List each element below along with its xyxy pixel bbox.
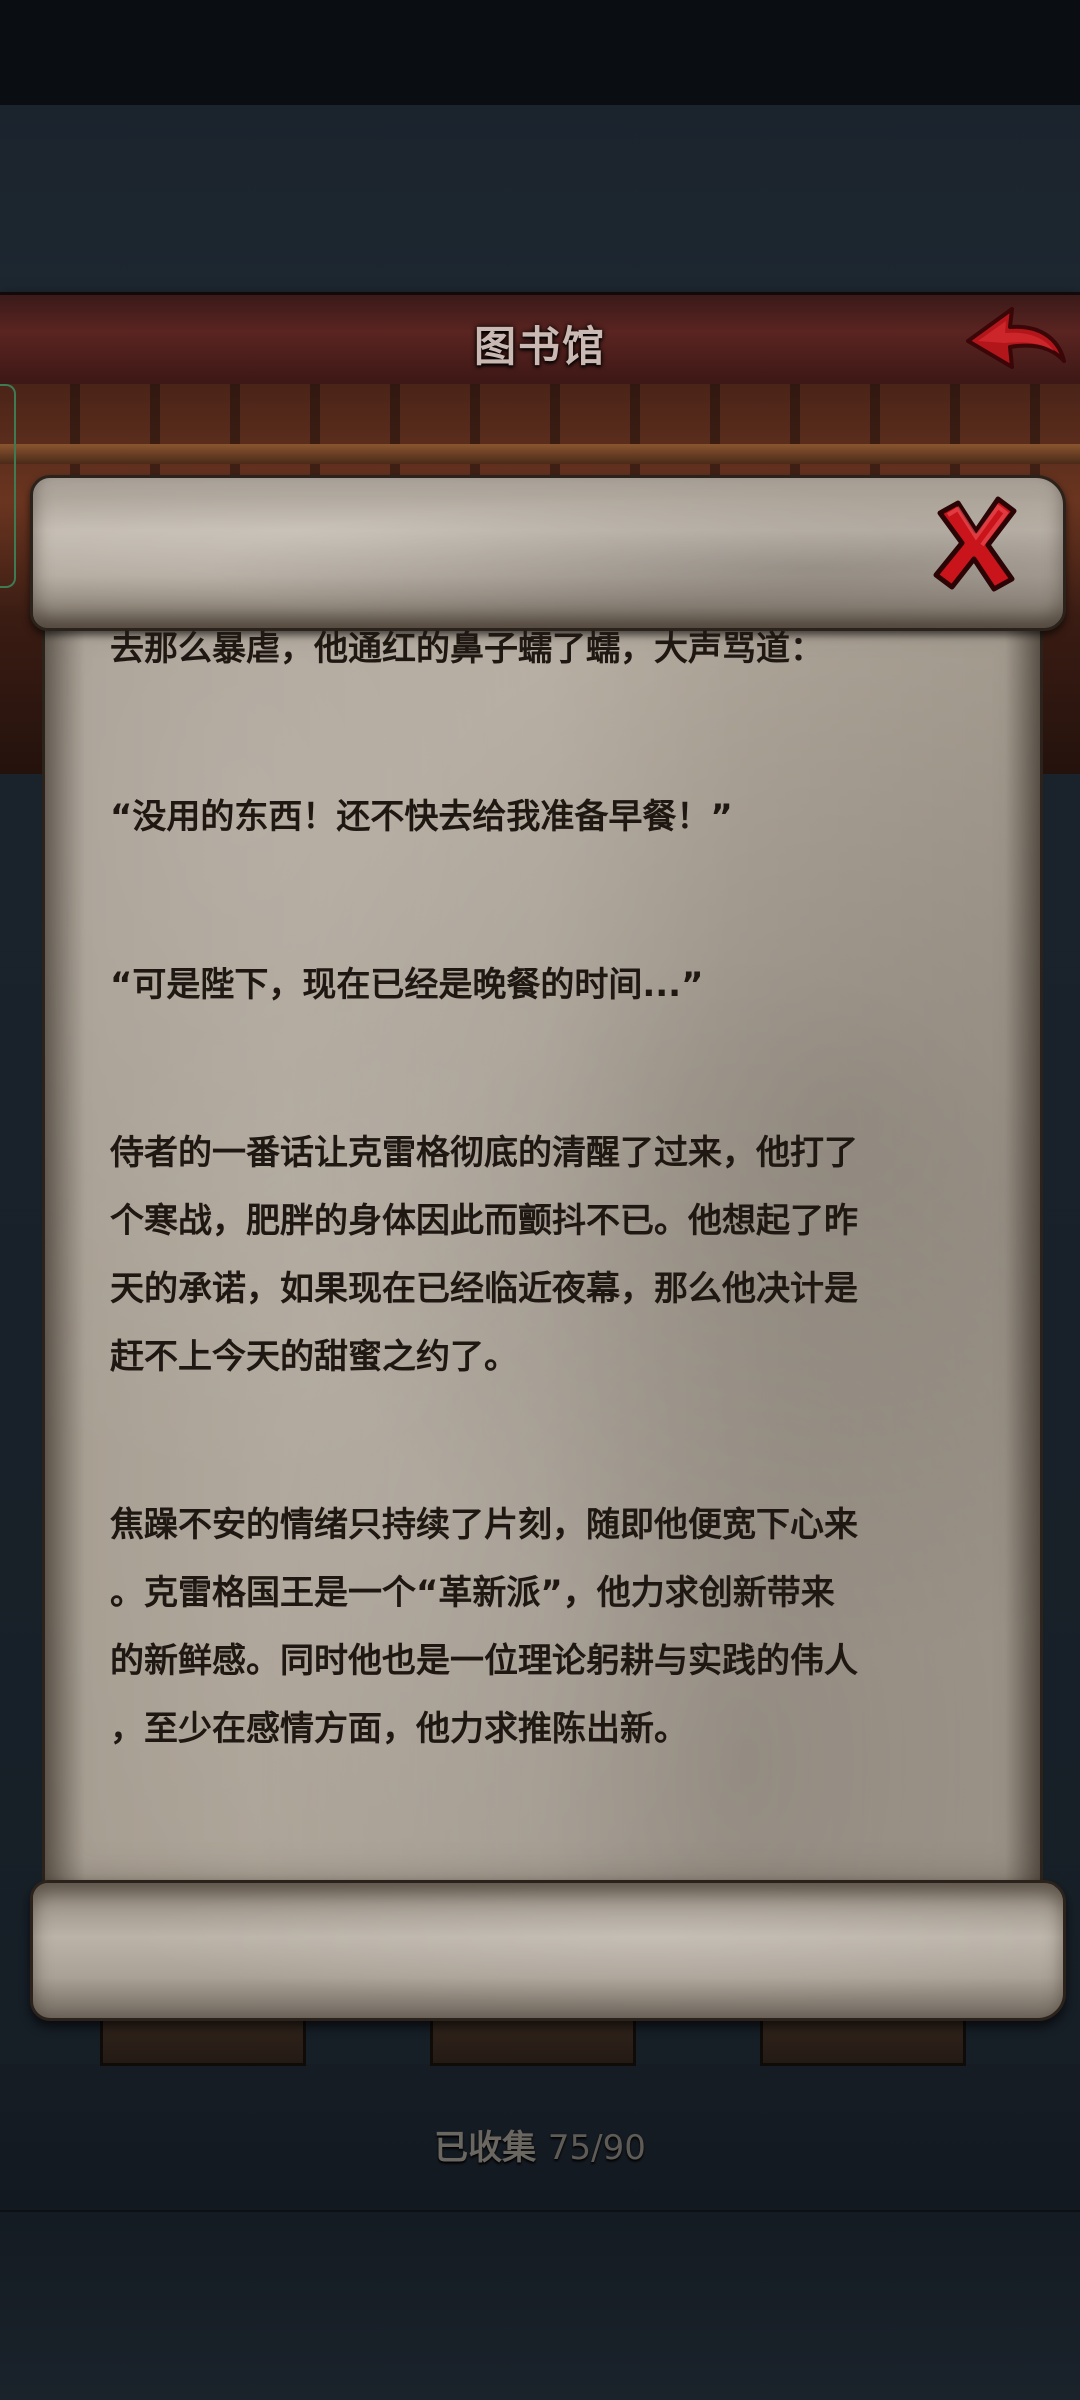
- story-paragraph: “可是陛下，现在已经是晚餐的时间...”: [110, 951, 1010, 1019]
- title-bar: 图书馆: [0, 292, 1080, 390]
- story-line: 个寒战，肥胖的身体因此而颤抖不已。他想起了昨: [110, 1201, 858, 1241]
- story-line: 。克雷格国王是一个“革新派”，他力求创新带来: [110, 1573, 835, 1613]
- story-paragraph: “没用的东西！还不快去给我准备早餐！”: [110, 783, 1010, 851]
- story-line: 的新鲜感。同时他也是一位理论躬耕与实践的伟人: [110, 1641, 858, 1681]
- story-line: 赶不上今天的甜蜜之约了。: [110, 1337, 518, 1377]
- page-title: 图书馆: [473, 322, 606, 371]
- collected-label: 已收集: [434, 2128, 537, 2168]
- collected-count: 75/90: [547, 2128, 646, 2168]
- story-paragraph: 焦躁不安的情绪只持续了片刻，随即他便宽下心来 。克雷格国王是一个“革新派”，他力…: [110, 1491, 1010, 1763]
- library-screen: 图书馆 已收集 75/90 去那么暴虐，他通红的鼻子蠕了蠕，大声骂道： “没用的…: [0, 0, 1080, 2400]
- close-button[interactable]: [930, 493, 1020, 593]
- collected-counter: 已收集 75/90: [0, 2120, 1080, 2169]
- story-line: 焦躁不安的情绪只持续了片刻，随即他便宽下心来: [110, 1505, 858, 1545]
- story-line: 去那么暴虐，他通红的鼻子蠕了蠕，大声骂道：: [110, 629, 824, 669]
- story-line: “可是陛下，现在已经是晚餐的时间...”: [110, 965, 704, 1005]
- back-arrow-icon: [966, 307, 1066, 369]
- story-line: 天的承诺，如果现在已经临近夜幕，那么他决计是: [110, 1269, 858, 1309]
- story-scroll-dialog: 去那么暴虐，他通红的鼻子蠕了蠕，大声骂道： “没用的东西！还不快去给我准备早餐！…: [30, 475, 1066, 2021]
- bottom-strip: [0, 2210, 1080, 2400]
- left-side-tab[interactable]: [0, 384, 16, 588]
- story-text: 去那么暴虐，他通红的鼻子蠕了蠕，大声骂道： “没用的东西！还不快去给我准备早餐！…: [110, 615, 1010, 1863]
- story-paragraph: 去那么暴虐，他通红的鼻子蠕了蠕，大声骂道：: [110, 615, 1010, 683]
- story-line: “没用的东西！还不快去给我准备早餐！”: [110, 797, 733, 837]
- back-button[interactable]: [960, 301, 1070, 381]
- scroll-top-roll: [30, 475, 1066, 631]
- story-line: ，至少在感情方面，他力求推陈出新。: [110, 1709, 688, 1749]
- story-paragraph: 侍者的一番话让克雷格彻底的清醒了过来，他打了 个寒战，肥胖的身体因此而颤抖不已。…: [110, 1119, 1010, 1391]
- library-shelf: [0, 444, 1080, 464]
- close-x-icon: [933, 496, 1017, 592]
- story-line: 侍者的一番话让克雷格彻底的清醒了过来，他打了: [110, 1133, 858, 1173]
- scroll-bottom-roll: [30, 1880, 1066, 2021]
